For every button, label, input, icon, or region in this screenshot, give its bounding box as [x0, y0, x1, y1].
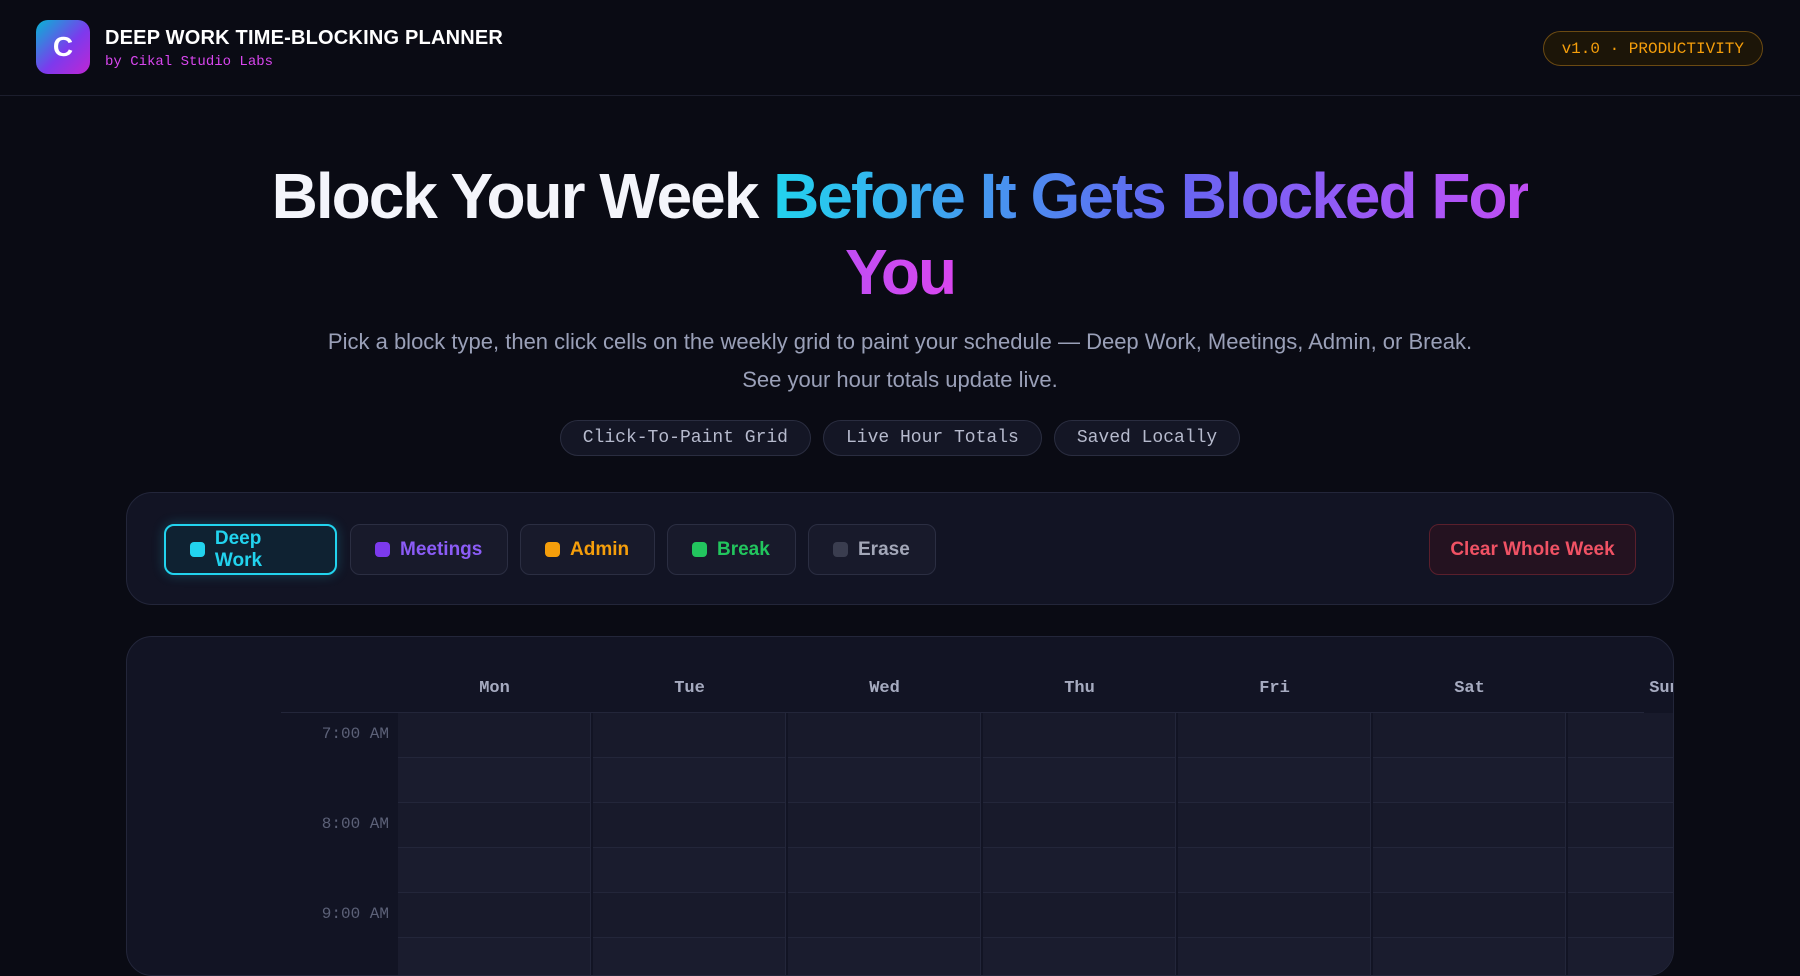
grid-cell[interactable]	[1373, 713, 1566, 758]
app-subtitle: by Cikal Studio Labs	[105, 54, 274, 70]
tool-admin-button[interactable]: Admin	[520, 524, 655, 575]
grid-cell[interactable]	[1178, 938, 1371, 975]
grid-cell[interactable]	[1178, 893, 1371, 938]
feature-chips: Click-To-Paint Grid Live Hour Totals Sav…	[0, 420, 1800, 456]
top-bar: C DEEP WORK TIME-BLOCKING PLANNER by Cik…	[0, 0, 1800, 96]
grid-cell[interactable]	[983, 893, 1176, 938]
time-label: 7:00 AM	[321, 725, 389, 743]
tool-label: Admin	[570, 538, 630, 560]
app-title: DEEP WORK TIME-BLOCKING PLANNER	[105, 27, 504, 49]
grid-cell[interactable]	[788, 803, 981, 848]
grid-cell[interactable]	[398, 938, 591, 975]
grid-cell[interactable]	[983, 713, 1176, 758]
grid-cell[interactable]	[398, 803, 591, 848]
hero-title-gradient: Before It Gets Blocked For You	[773, 160, 1530, 308]
grid-cell[interactable]	[398, 758, 591, 803]
grid-cell[interactable]	[1568, 713, 1673, 758]
break-swatch-icon	[692, 542, 707, 557]
feature-chip: Click-To-Paint Grid	[559, 420, 811, 456]
version-badge: v1.0 · PRODUCTIVITY	[1542, 31, 1763, 66]
grid-cell[interactable]	[1568, 803, 1673, 848]
feature-chip: Live Hour Totals	[822, 420, 1042, 456]
clear-week-button[interactable]: Clear Whole Week	[1429, 524, 1636, 575]
grid-cell[interactable]	[1373, 803, 1566, 848]
day-header-sun: Sun	[1649, 679, 1673, 698]
grid-cell[interactable]	[398, 713, 591, 758]
block-type-toolbar: Deep Work Meetings Admin Break Erase Cle…	[126, 492, 1674, 605]
tool-deep-work-button[interactable]: Deep Work	[164, 524, 337, 575]
grid-cell[interactable]	[1568, 848, 1673, 893]
day-header-mon: Mon	[479, 679, 510, 698]
grid-cell[interactable]	[1373, 893, 1566, 938]
grid-cell[interactable]	[1178, 758, 1371, 803]
grid-cell[interactable]	[788, 893, 981, 938]
grid-cell[interactable]	[1178, 848, 1371, 893]
grid-cell[interactable]	[593, 848, 786, 893]
erase-swatch-icon	[833, 542, 848, 557]
tool-label: Erase	[858, 538, 910, 560]
grid-cell[interactable]	[788, 938, 981, 975]
weekly-grid-card: Mon Tue Wed Thu Fri Sat Sun 7:00 AM 8:00 AM 9:00…	[126, 636, 1674, 976]
tool-label: Break	[717, 538, 770, 560]
grid-cell[interactable]	[983, 848, 1176, 893]
grid-cell[interactable]	[983, 938, 1176, 975]
tool-erase-button[interactable]: Erase	[808, 524, 936, 575]
grid-cell[interactable]	[983, 803, 1176, 848]
grid-cell[interactable]	[788, 848, 981, 893]
grid-cell[interactable]	[1178, 713, 1371, 758]
app-logo: C	[36, 20, 90, 74]
grid-cell[interactable]	[788, 758, 981, 803]
tool-meetings-button[interactable]: Meetings	[350, 524, 508, 575]
time-label: 8:00 AM	[321, 815, 389, 833]
hero-description: Pick a block type, then click cells on t…	[327, 329, 1473, 392]
grid-cell[interactable]	[398, 848, 591, 893]
grid-cell[interactable]	[1178, 803, 1371, 848]
day-header-thu: Thu	[1064, 679, 1095, 698]
tool-label: Deep Work	[214, 527, 263, 571]
deep-work-swatch-icon	[190, 542, 205, 557]
grid-cell[interactable]	[1373, 938, 1566, 975]
grid-cell[interactable]	[593, 938, 786, 975]
grid-cell[interactable]	[983, 758, 1176, 803]
grid-cell[interactable]	[593, 893, 786, 938]
grid-cell[interactable]	[593, 758, 786, 803]
feature-chip: Saved Locally	[1053, 420, 1241, 456]
tool-break-button[interactable]: Break	[667, 524, 796, 575]
grid-cell[interactable]	[1373, 758, 1566, 803]
logo-letter: C	[52, 31, 74, 62]
grid-cell[interactable]	[1568, 758, 1673, 803]
hero-title-plain: Block Your Week	[271, 160, 774, 232]
grid-cell[interactable]	[398, 893, 591, 938]
grid-cell[interactable]	[1373, 848, 1566, 893]
grid-cell[interactable]	[1568, 893, 1673, 938]
time-label: 9:00 AM	[321, 905, 389, 923]
day-header-wed: Wed	[869, 679, 900, 698]
grid-cell[interactable]	[788, 713, 981, 758]
day-header-fri: Fri	[1259, 679, 1290, 698]
admin-swatch-icon	[545, 542, 560, 557]
grid-cell[interactable]	[1568, 938, 1673, 975]
tool-label: Meetings	[400, 538, 483, 560]
grid-cell[interactable]	[593, 713, 786, 758]
day-header-sat: Sat	[1454, 679, 1485, 698]
grid-cells	[398, 713, 1673, 975]
grid-cell[interactable]	[593, 803, 786, 848]
hero-title: Block Your Week Before It Gets Blocked F…	[250, 158, 1550, 310]
weekly-grid: 7:00 AM 8:00 AM 9:00 AM	[281, 712, 1673, 975]
day-header-tue: Tue	[674, 679, 705, 698]
meetings-swatch-icon	[375, 542, 390, 557]
